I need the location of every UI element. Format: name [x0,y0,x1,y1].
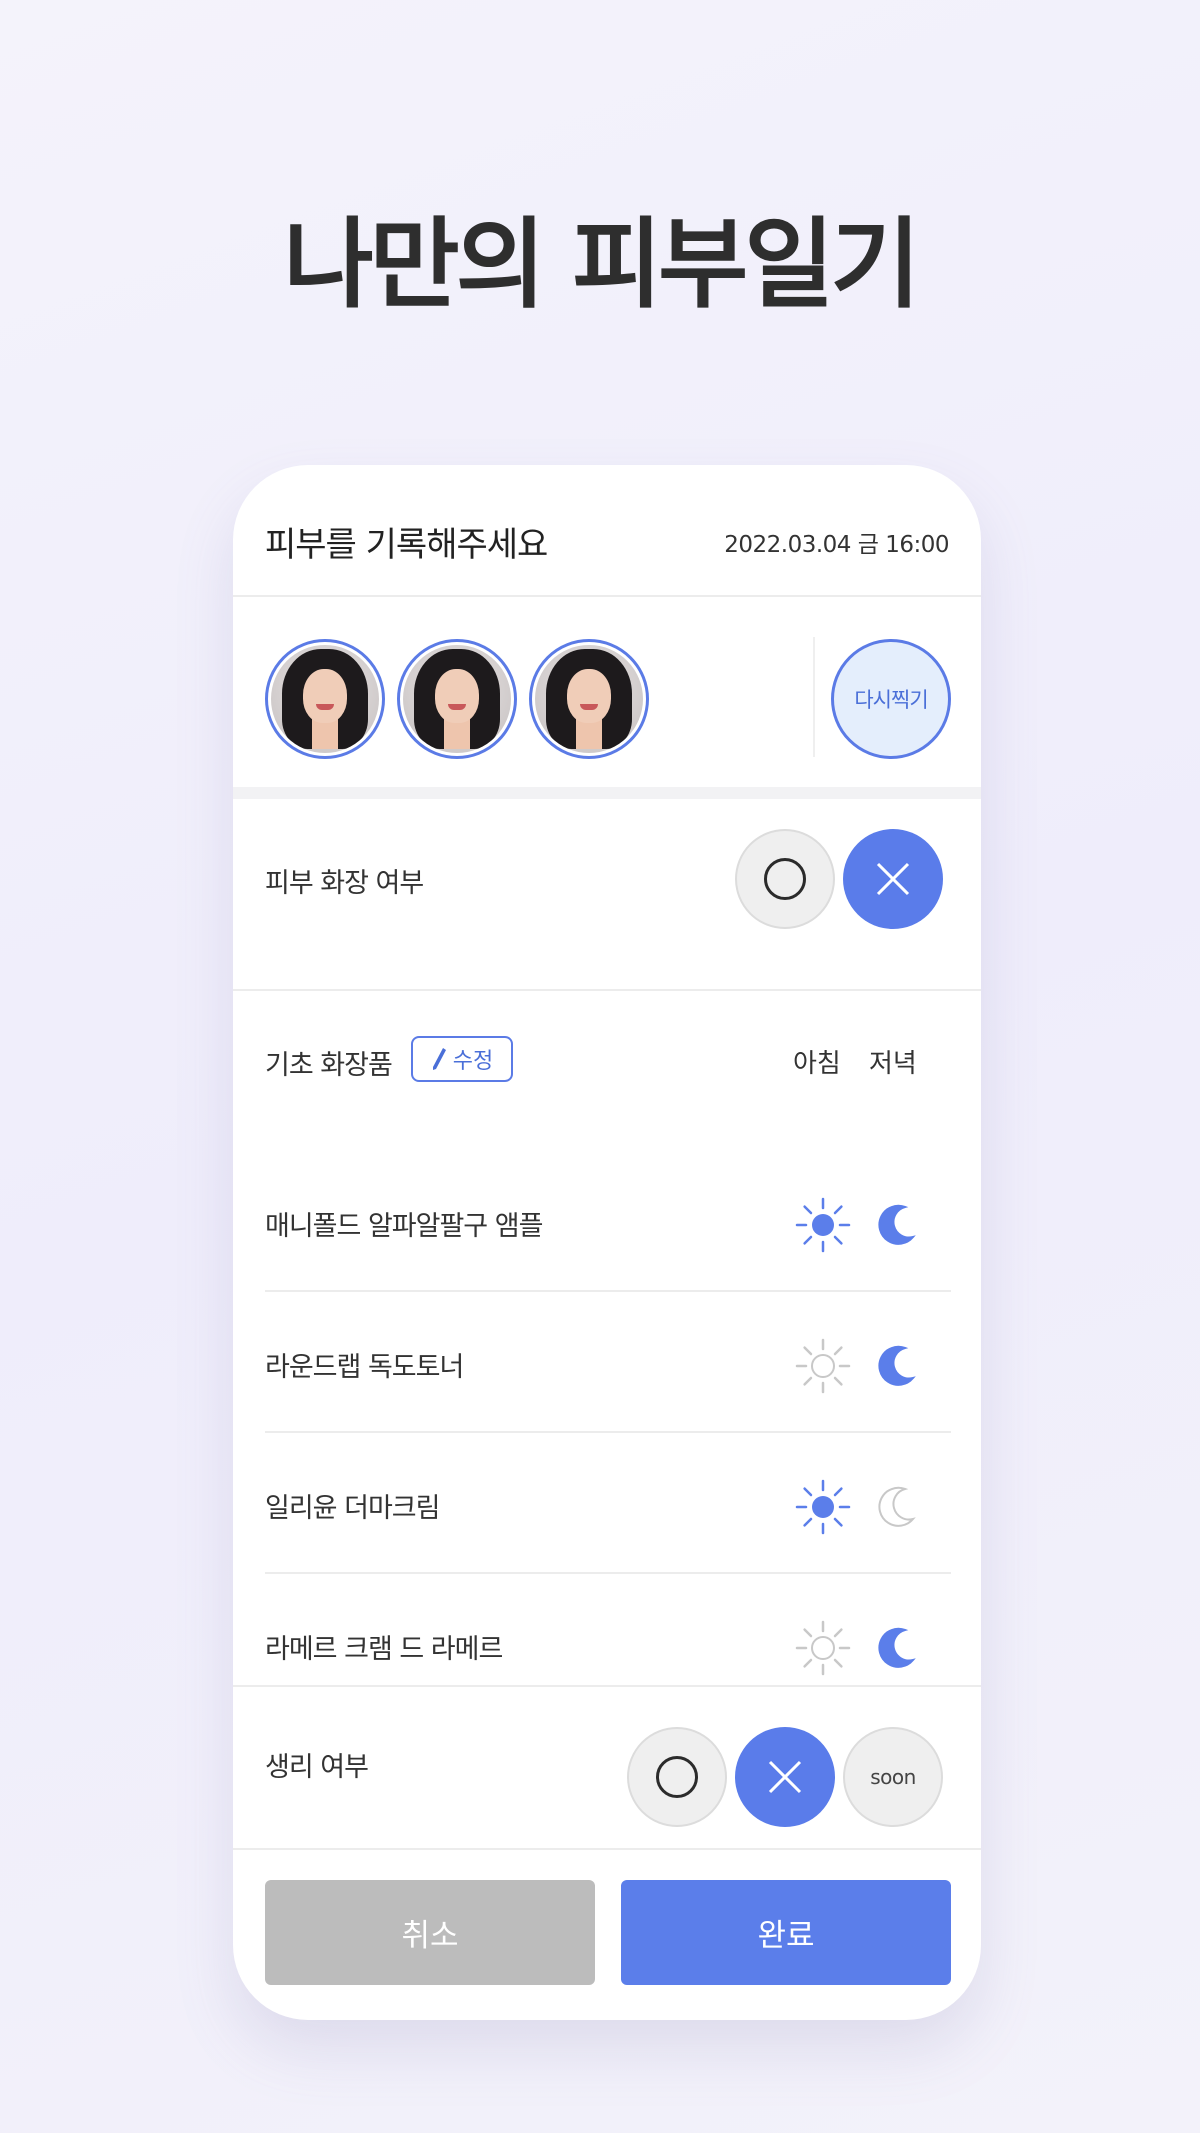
moon-icon[interactable] [869,1336,929,1396]
skincare-label: 기초 화장품 [265,1050,393,1081]
makeup-no-button[interactable] [843,829,943,929]
edit-skincare-button[interactable]: 수정 [411,1036,513,1082]
product-name: 라메르 크램 드 라메르 [265,1634,503,1665]
divider [813,637,815,757]
x-icon [768,1760,802,1794]
cancel-button[interactable]: 취소 [265,1880,595,1985]
face-image [535,645,643,753]
card-header: 피부를 기록해주세요 2022.03.04 금 16:00 [233,465,981,595]
skin-diary-card: 피부를 기록해주세요 2022.03.04 금 16:00 다시찍기 피부 화장… [233,465,981,2020]
period-label: 생리 여부 [265,1752,369,1783]
retake-photo-button[interactable]: 다시찍기 [831,639,951,759]
sun-icon[interactable] [793,1195,853,1255]
period-row: 생리 여부 soon [233,1687,981,1847]
product-row: 라운드랩 독도토너 [265,1292,951,1433]
card-title: 피부를 기록해주세요 [265,525,548,565]
sun-icon[interactable] [793,1477,853,1537]
product-row: 매니폴드 알파알팔구 앰플 [265,1151,951,1292]
product-name: 라운드랩 독도토너 [265,1352,464,1383]
pencil-icon [432,1048,446,1070]
face-photo-right[interactable] [529,639,649,759]
evening-column-header: 저녁 [869,1049,917,1079]
x-icon [876,862,910,896]
face-photo-front[interactable] [397,639,517,759]
sun-icon[interactable] [793,1336,853,1396]
morning-column-header: 아침 [793,1049,841,1079]
edit-label: 수정 [452,1049,494,1074]
product-name: 매니폴드 알파알팔구 앰플 [265,1211,543,1242]
record-datetime: 2022.03.04 금 16:00 [724,532,949,558]
period-soon-button[interactable]: soon [843,1727,943,1827]
done-button[interactable]: 완료 [621,1880,951,1985]
circle-icon [764,858,806,900]
page-headline: 나만의 피부일기 [283,208,920,322]
makeup-row: 피부 화장 여부 [233,799,981,959]
product-name: 일리윤 더마크림 [265,1493,440,1524]
moon-icon[interactable] [869,1618,929,1678]
face-image [403,645,511,753]
period-no-button[interactable] [735,1727,835,1827]
face-image [271,645,379,753]
makeup-yes-button[interactable] [735,829,835,929]
divider [233,1848,981,1850]
skincare-header: 기초 화장품 수정 아침 저녁 [233,991,981,1151]
makeup-label: 피부 화장 여부 [265,868,424,899]
soon-label: soon [870,1765,916,1789]
face-photo-left[interactable] [265,639,385,759]
period-yes-button[interactable] [627,1727,727,1827]
moon-icon[interactable] [869,1195,929,1255]
product-row: 일리윤 더마크림 [265,1433,951,1574]
sun-icon[interactable] [793,1618,853,1678]
circle-icon [656,1756,698,1798]
moon-icon[interactable] [869,1477,929,1537]
section-gap [233,787,981,799]
photo-row: 다시찍기 [233,597,981,787]
